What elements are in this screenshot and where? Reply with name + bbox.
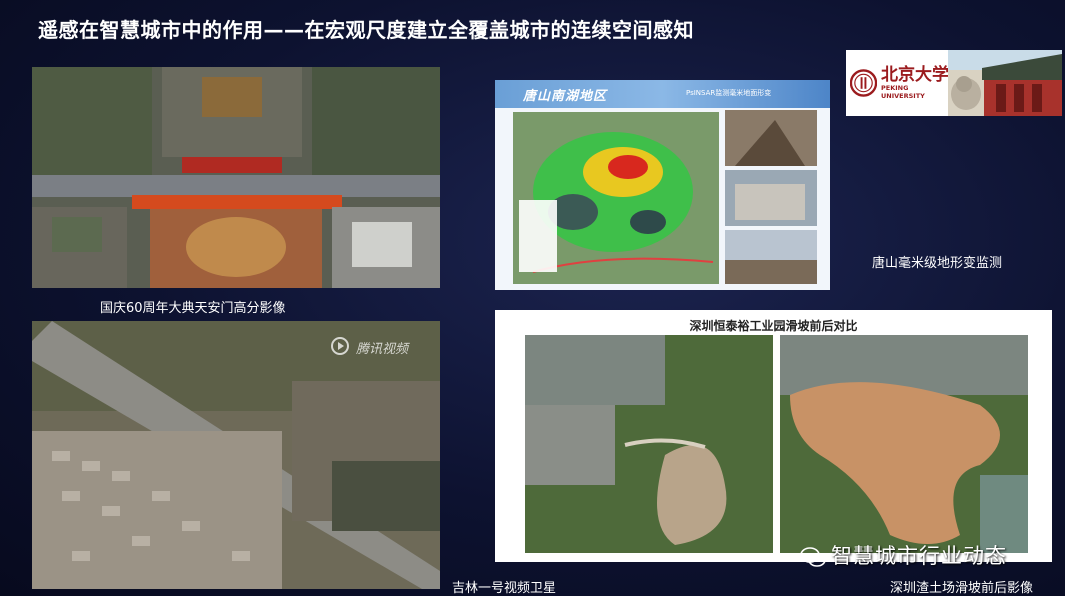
aerial-caption: 国庆60周年大典天安门高分影像 (100, 301, 286, 316)
seal-icon (850, 69, 878, 97)
campus-gate-photo (948, 50, 1062, 116)
tiananmen-aerial-image (32, 67, 440, 288)
damage-photo-1 (725, 110, 817, 166)
damage-photo-3 (725, 230, 817, 284)
insar-title: 唐山南湖地区 (523, 89, 608, 104)
tencent-video-text: 腾讯视频 (356, 342, 409, 357)
logo-chinese: 北京大学 (881, 65, 950, 85)
jilin-satellite-image (32, 321, 440, 589)
insar-deformation-map (513, 112, 719, 284)
tangshan-caption: 唐山毫米级地形变监测 (872, 256, 1003, 271)
landslide-before-image (525, 335, 773, 553)
jilin-caption: 吉林一号视频卫星 (452, 581, 557, 596)
slide-title: 遥感在智慧城市中的作用——在宏观尺度建立全覆盖城市的连续空间感知 (38, 18, 694, 42)
university-logo: 北京大学 PEKING UNIVERSITY (846, 50, 952, 116)
landslide-after-image (780, 335, 1028, 553)
tangshan-insar-panel: 唐山南湖地区 PsINSAR监测毫米地面形变 (495, 80, 830, 290)
wechat-icon (800, 547, 826, 567)
damage-photo-2 (725, 170, 817, 226)
insar-subtitle: PsINSAR监测毫米地面形变 (686, 89, 772, 97)
shenzhen-caption: 深圳渣土场滑坡前后影像 (890, 581, 1034, 596)
watermark-text: 智慧城市行业动态 (831, 544, 1007, 568)
shenzhen-landslide-panel: 深圳恒泰裕工业园滑坡前后对比 (495, 310, 1052, 562)
insar-header-bar: 唐山南湖地区 PsINSAR监测毫米地面形变 (495, 80, 830, 108)
landslide-title: 深圳恒泰裕工业园滑坡前后对比 (689, 319, 858, 333)
logo-english: PEKING UNIVERSITY (881, 84, 925, 100)
